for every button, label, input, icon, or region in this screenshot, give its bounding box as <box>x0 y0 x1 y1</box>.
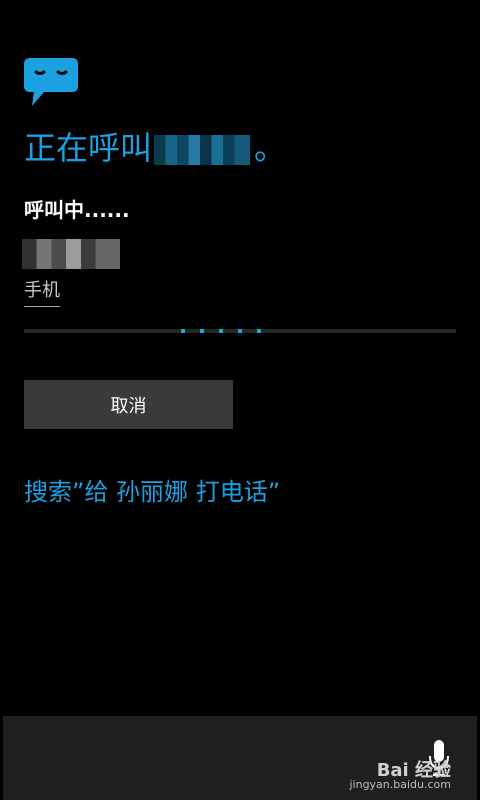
redacted-contact-label <box>22 239 120 269</box>
call-screen: 正在呼叫 。 呼叫中...... 手机 取消 搜索”给 孙丽娜 打电话” Bai … <box>0 0 480 800</box>
watermark-url: jingyan.baidu.com <box>349 778 451 791</box>
call-progress-indicator <box>24 329 456 333</box>
title-prefix: 正在呼叫 <box>24 129 153 167</box>
search-web-link[interactable]: 搜索”给 孙丽娜 打电话” <box>24 472 280 507</box>
progress-dot <box>181 329 185 333</box>
watermark-brand: Bai 经验 <box>376 760 451 781</box>
watermark: Bai 经验 jingyan.baidu.com <box>349 760 451 792</box>
progress-dot <box>200 329 204 333</box>
call-status: 呼叫中...... <box>24 198 130 222</box>
title-suffix: 。 <box>254 129 287 167</box>
progress-dot <box>257 329 261 333</box>
bottom-app-bar: Bai 经验 jingyan.baidu.com <box>3 716 477 800</box>
calling-title: 正在呼叫 。 <box>24 128 286 168</box>
progress-dot <box>238 329 242 333</box>
phone-type-label: 手机 <box>24 276 60 307</box>
redacted-contact-name <box>154 135 251 165</box>
speech-bubble-icon <box>24 58 78 106</box>
cancel-button[interactable]: 取消 <box>24 380 233 429</box>
progress-dot <box>219 329 223 333</box>
